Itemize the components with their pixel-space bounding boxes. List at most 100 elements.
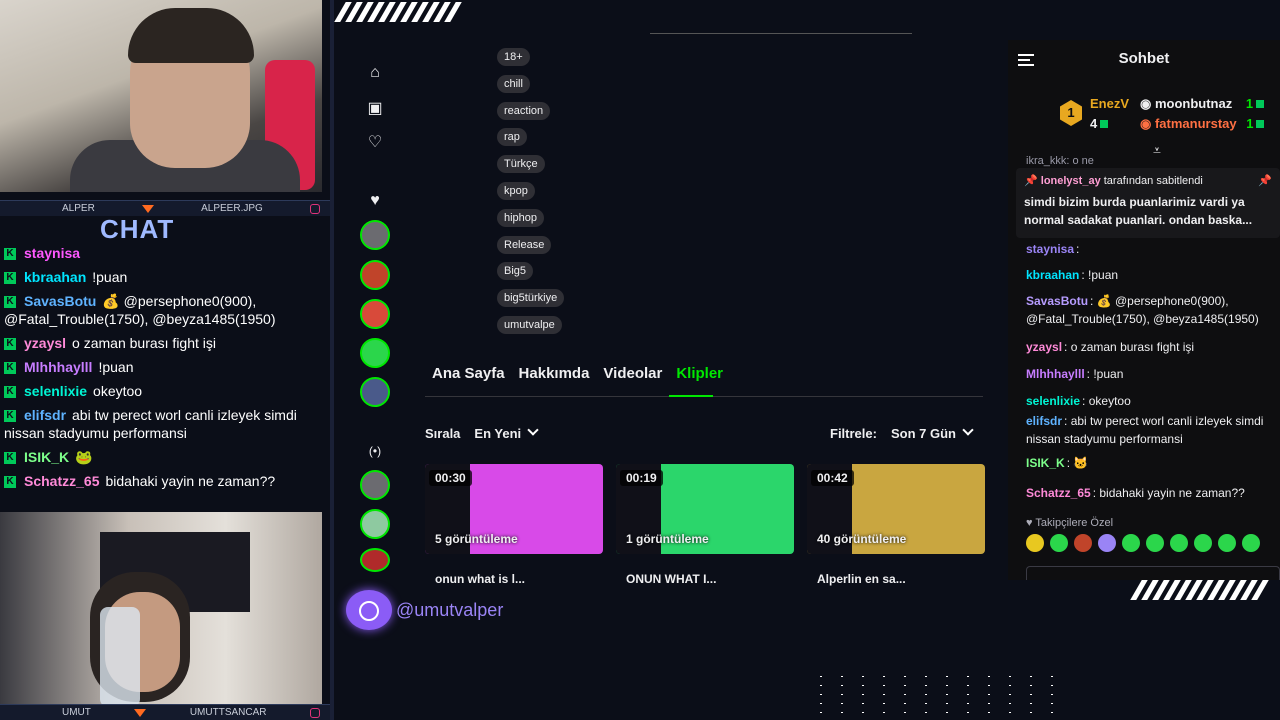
tag-chip[interactable]: rap [497, 128, 527, 147]
tab-hakkımda[interactable]: Hakkımda [519, 365, 590, 382]
chat-username[interactable]: staynisa [1026, 242, 1074, 256]
tab-klipler[interactable]: Klipler [676, 365, 723, 382]
filter-value[interactable]: Son 7 Gün [891, 424, 974, 441]
rank-badge: 1 [1060, 100, 1082, 126]
chat-username[interactable]: ISIK_K [1026, 456, 1065, 470]
overlay-chat-row: K ISIK_K 🐸 [4, 448, 324, 466]
chat-colon: : [1064, 340, 1071, 354]
nav-rail: ⌂ ▣ ♡ ♥ (•) [352, 40, 398, 580]
leader-1-count: 4 [1090, 116, 1109, 131]
filter-control[interactable]: Filtrele: Son 7 Gün [830, 424, 974, 441]
overlay-chat-user: elifsdr [24, 407, 67, 423]
overlay-chat-msg: o zaman burası fight işi [72, 335, 217, 351]
overlay-chat-row: K Schatzz_65 bidahaki yayin ne zaman?? [4, 472, 324, 490]
clip-title[interactable]: Alperlin en sa... [817, 572, 906, 586]
overlay-chat-row: K Mlhhhaylll !puan [4, 358, 324, 376]
clip-card[interactable]: 00:42 40 görüntüleme [807, 464, 985, 554]
chat-panel: Sohbet 1 EnezV 4 ◉ moonbutnaz 1 ◉ fatman… [1008, 40, 1280, 580]
streamer-hair [128, 8, 254, 63]
heart-filled-icon[interactable]: ♥ [364, 190, 386, 212]
tab-ana-sayfa[interactable]: Ana Sayfa [432, 365, 505, 382]
clip-duration: 00:42 [811, 470, 854, 486]
cam-bottom-namebar: UMUT UMUTTSANCAR [0, 704, 330, 720]
channel-avatar[interactable] [360, 470, 390, 500]
chat-username[interactable]: elifsdr [1026, 414, 1062, 428]
webcam-bottom [0, 512, 322, 704]
instagram-icon [309, 707, 320, 718]
tag-chip[interactable]: umutvalpe [497, 316, 562, 334]
tag-chip[interactable]: Big5 [497, 262, 534, 281]
filter-label: Filtrele: [830, 426, 877, 441]
overlay-chat-user: Mlhhhaylll [24, 359, 93, 375]
channel-avatar[interactable] [360, 220, 390, 250]
leader-1-name[interactable]: EnezV [1090, 96, 1129, 111]
chat-username[interactable]: Mlhhhaylll [1026, 367, 1085, 381]
overlay-chat-title: CHAT [100, 214, 175, 244]
channel-avatar[interactable] [360, 377, 390, 407]
globe-icon [346, 590, 392, 630]
overlay-chat-msg: okeytoo [93, 383, 143, 399]
chat-text: o zaman burası fight işi [1070, 340, 1195, 354]
overlay-chat-msg: !puan [98, 359, 134, 375]
overlay-chat-row: Kelifsdr abi tw perect worl canli izleyek… [4, 406, 324, 442]
tag-chip[interactable]: Türkçe [497, 155, 545, 174]
home-icon[interactable]: ⌂ [364, 62, 386, 84]
chat-message: Mlhhhaylll: !puan [1026, 365, 1276, 383]
channel-avatar[interactable] [360, 338, 390, 368]
kick-icon: K [4, 362, 16, 375]
tag-chip[interactable]: reaction [497, 101, 551, 120]
clip-views: 1 görüntüleme [626, 532, 709, 546]
chat-text: bidahaki yayin ne zaman?? [1099, 486, 1245, 500]
chat-username[interactable]: selenlixie [1026, 394, 1080, 408]
sort-control[interactable]: Sırala En Yeni [425, 424, 539, 441]
clip-title[interactable]: onun what is l... [435, 572, 525, 586]
kick-icon: K [4, 272, 16, 285]
pin-icon[interactable]: 📌 [1258, 174, 1272, 187]
kick-icon: K [4, 296, 16, 309]
channel-avatar[interactable] [360, 509, 390, 539]
tab-videolar[interactable]: Videolar [603, 365, 662, 382]
heart-icon[interactable]: ♡ [364, 132, 386, 154]
kick-icon: K [4, 476, 16, 489]
tag-chip[interactable]: chill [497, 74, 530, 93]
tag-chip[interactable]: Release [497, 235, 552, 254]
tag-chip[interactable]: hiphop [497, 208, 545, 227]
channel-tabs: Ana Sayfa Hakkımda Videolar Klipler [432, 365, 723, 382]
following-icon[interactable]: ▣ [364, 98, 386, 120]
chat-message: kbraahan: !puan [1026, 266, 1276, 284]
chevron-down-icon [527, 424, 539, 436]
chat-username[interactable]: SavasBotu [1026, 294, 1088, 308]
cam-bottom-label-left: UMUT [62, 707, 91, 718]
chat-message: SavasBotu: 💰 @persephone0(900), @Fatal_T… [1026, 292, 1276, 328]
clip-title[interactable]: ONUN WHAT I... [626, 572, 716, 586]
clip-card[interactable]: 00:30 5 görüntüleme [425, 464, 603, 554]
clip-card[interactable]: 00:19 1 görüntüleme [616, 464, 794, 554]
sort-label: Sırala [425, 426, 461, 441]
leader-2[interactable]: ◉ moonbutnaz 1 [1140, 96, 1265, 112]
live-icon[interactable]: (•) [364, 440, 386, 462]
main-content: 18+ chill reaction rap Türkçe kpop hiphop Relea… [405, 33, 1000, 586]
search-bar-edge [650, 32, 912, 34]
chat-username[interactable]: Schatzz_65 [1026, 486, 1091, 500]
tag-chip[interactable]: 18+ [497, 48, 530, 66]
chat-username[interactable]: kbraahan [1026, 268, 1079, 282]
stripes-right [1130, 580, 1269, 600]
followers-only-label: ♥ Takipçilere Özel [1026, 517, 1114, 529]
channel-avatar[interactable] [360, 548, 390, 572]
tag-chip[interactable]: big5türkiye [497, 289, 565, 308]
chat-username[interactable]: yzaysl [1026, 340, 1062, 354]
chat-colon: : [1076, 242, 1080, 256]
sort-value[interactable]: En Yeni [474, 424, 539, 441]
triangle-icon [141, 204, 154, 213]
leader-3[interactable]: ◉ fatmanurstay 1 [1140, 116, 1265, 132]
emote-bar[interactable] [1026, 534, 1280, 557]
kick-icon: K [4, 248, 16, 261]
tag-chip[interactable]: kpop [497, 182, 535, 200]
chat-message: staynisa: [1026, 240, 1276, 258]
channel-avatar[interactable] [360, 260, 390, 290]
chat-input[interactable] [1026, 566, 1280, 580]
overlay-chat-msg: !puan [92, 269, 128, 285]
channel-avatar[interactable] [360, 299, 390, 329]
overlay-chat-list: Kstaynisa Kkbraahan !puan K SavasBotu 💰 @pers… [4, 244, 324, 496]
overlay-chat-user: Schatzz_65 [24, 473, 100, 489]
